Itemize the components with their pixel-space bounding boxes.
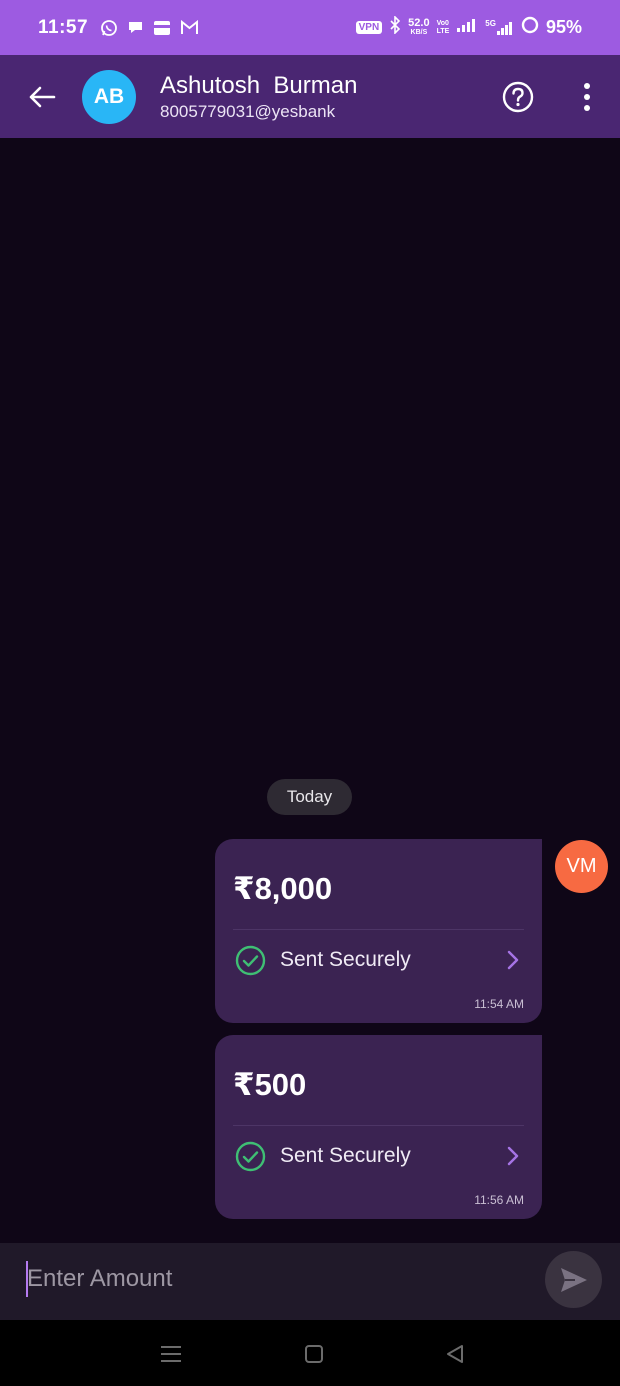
system-nav-bar (0, 1320, 620, 1386)
battery-ring-icon (521, 16, 539, 39)
help-icon (502, 81, 534, 113)
message-time: 11:56 AM (474, 1193, 524, 1207)
dot-icon (584, 94, 590, 100)
send-button[interactable] (545, 1251, 602, 1308)
dot-icon (584, 105, 590, 111)
volte-indicator: Vo0 LTE (436, 19, 450, 35)
chat-area[interactable]: Today VM ₹8,000 Sent Securely 11:54 AM ₹… (0, 138, 620, 1243)
amount-input-bar (0, 1243, 620, 1320)
home-button[interactable] (303, 1343, 325, 1365)
back-arrow-icon (29, 86, 56, 107)
status-time: 11:57 (38, 16, 89, 38)
whatsapp-icon (100, 19, 118, 37)
payment-status-label: Sent Securely (280, 948, 411, 971)
bluetooth-icon (389, 15, 401, 39)
help-button[interactable] (502, 81, 534, 113)
card-icon (153, 20, 171, 36)
net-speed: 52.0 KB/S (408, 16, 430, 36)
message-time: 11:54 AM (474, 997, 524, 1011)
payment-status-row[interactable]: Sent Securely (235, 943, 520, 977)
phonepe-chat-screen: 11:57 VPN 52.0 KB/S Vo0 LTE 5G 95% AB As… (0, 0, 620, 1386)
recents-button[interactable] (160, 1343, 182, 1365)
battery-percent: 95% (545, 17, 582, 37)
payment-amount: ₹8,000 (233, 871, 333, 906)
back-button[interactable] (22, 77, 62, 117)
chat-header: AB Ashutosh Burman 8005779031@yesbank (0, 55, 620, 138)
signal-icon (456, 17, 478, 38)
sender-avatar: VM (555, 840, 608, 893)
send-icon (560, 1267, 587, 1292)
contact-avatar[interactable]: AB (82, 69, 136, 124)
check-circle-icon (235, 945, 266, 975)
chat-bubble-icon (127, 19, 144, 36)
check-circle-icon (235, 1141, 266, 1171)
payment-amount: ₹500 (233, 1067, 307, 1102)
date-chip: Today (267, 779, 352, 815)
payment-bubble[interactable]: ₹500 Sent Securely 11:56 AM (215, 1035, 542, 1219)
vpn-badge: VPN (355, 21, 383, 34)
notification-icons (100, 19, 199, 37)
contact-name: Ashutosh Burman (160, 71, 358, 99)
gmail-icon (180, 20, 199, 35)
amount-input[interactable] (27, 1257, 527, 1301)
menu-lines-icon (161, 1346, 181, 1362)
more-options-button[interactable] (576, 80, 598, 114)
payment-status-label: Sent Securely (280, 1144, 411, 1167)
status-bar: 11:57 VPN 52.0 KB/S Vo0 LTE 5G 95% (0, 0, 620, 55)
divider (233, 929, 524, 930)
divider (233, 1125, 524, 1126)
contact-info[interactable]: Ashutosh Burman 8005779031@yesbank (160, 71, 357, 123)
signal-5g-icon: 5G (485, 19, 514, 36)
chevron-right-icon (507, 1146, 519, 1166)
chevron-right-icon (507, 950, 519, 970)
dot-icon (584, 83, 590, 89)
system-icons: VPN 52.0 KB/S Vo0 LTE 5G 95% (355, 15, 582, 39)
back-nav-button[interactable] (444, 1343, 466, 1365)
contact-upi-id: 8005779031@yesbank (160, 101, 336, 121)
home-square-icon (305, 1345, 323, 1363)
back-triangle-icon (447, 1345, 463, 1363)
payment-status-row[interactable]: Sent Securely (235, 1139, 520, 1173)
payment-bubble[interactable]: ₹8,000 Sent Securely 11:54 AM (215, 839, 542, 1023)
